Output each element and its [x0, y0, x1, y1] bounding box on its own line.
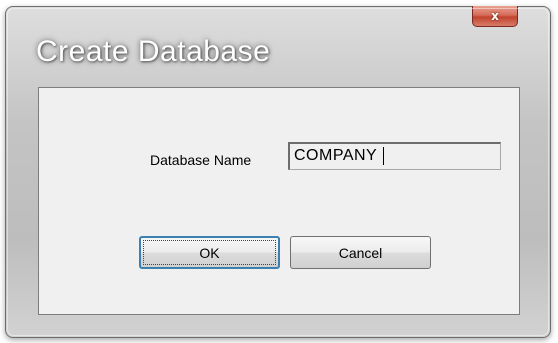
text-caret: [383, 146, 385, 165]
close-button[interactable]: x: [472, 6, 518, 27]
create-database-dialog: Create Database x Database Name COMPANY …: [5, 6, 551, 338]
cancel-button-label: Cancel: [338, 244, 383, 261]
cancel-button[interactable]: Cancel: [290, 236, 431, 269]
ok-button[interactable]: OK: [139, 236, 280, 269]
dialog-title: Create Database: [36, 35, 271, 68]
database-name-label: Database Name: [150, 152, 252, 168]
dialog-content-panel: Database Name COMPANY OK Cancel: [38, 87, 520, 315]
ok-button-label: OK: [199, 244, 220, 261]
close-icon: x: [491, 9, 499, 23]
database-name-input[interactable]: COMPANY: [288, 142, 501, 170]
database-name-value: COMPANY: [294, 147, 378, 164]
